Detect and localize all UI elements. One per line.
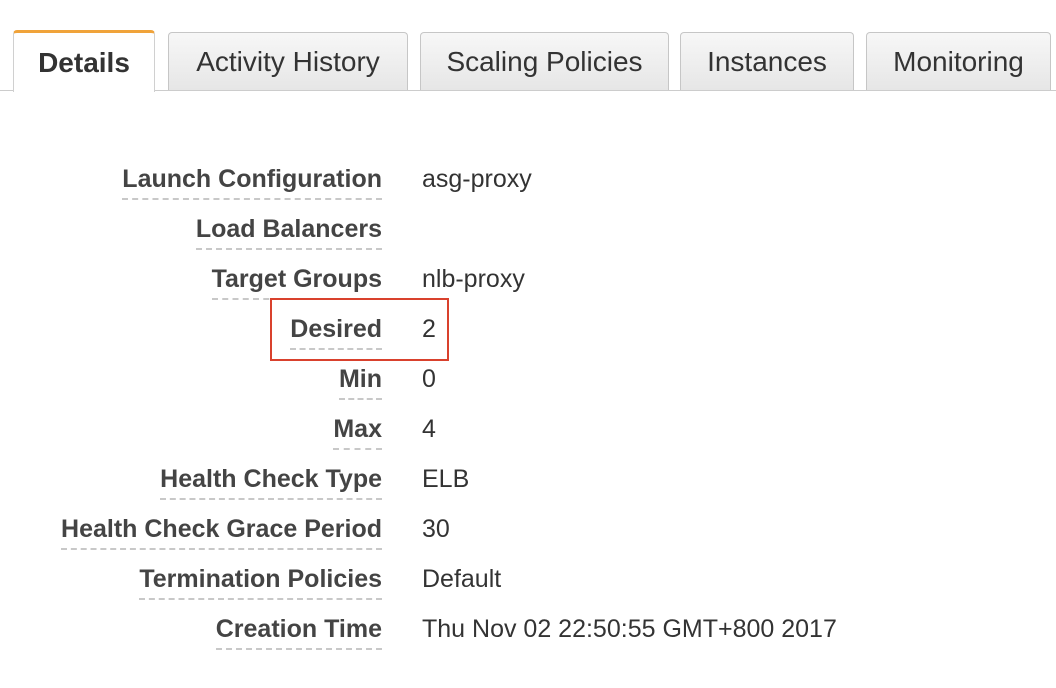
detail-label: Launch Configuration — [122, 164, 382, 200]
detail-label: Desired — [290, 314, 382, 350]
detail-label: Min — [338, 364, 382, 400]
tab-details[interactable]: Details — [13, 30, 155, 92]
detail-row-health-check-type: Health Check Type ELB — [0, 458, 1056, 508]
detail-value: Thu Nov 02 22:50:55 GMT+800 2017 — [422, 615, 837, 643]
detail-label: Termination Policies — [139, 564, 382, 600]
details-list: Launch Configuration asg-proxy Load Bala… — [0, 158, 1056, 658]
detail-value: 2 — [422, 315, 436, 343]
detail-row-min: Min 0 — [0, 358, 1056, 408]
detail-label: Health Check Type — [160, 464, 382, 500]
detail-row-target-groups: Target Groups nlb-proxy — [0, 258, 1056, 308]
tab-activity-history[interactable]: Activity History — [168, 32, 408, 90]
detail-value: asg-proxy — [422, 165, 532, 193]
detail-value: 30 — [422, 515, 450, 543]
tab-bar-divider — [0, 90, 1056, 91]
detail-row-desired: Desired 2 — [0, 308, 1056, 358]
detail-value: Default — [422, 565, 502, 593]
detail-row-launch-configuration: Launch Configuration asg-proxy — [0, 158, 1056, 208]
detail-label: Creation Time — [215, 614, 382, 650]
detail-label: Target Groups — [211, 264, 382, 300]
detail-row-termination-policies: Termination Policies Default — [0, 558, 1056, 608]
detail-value: nlb-proxy — [422, 265, 525, 293]
tab-bar: Details Activity History Scaling Policie… — [0, 0, 1056, 92]
detail-row-creation-time: Creation Time Thu Nov 02 22:50:55 GMT+80… — [0, 608, 1056, 658]
detail-label: Health Check Grace Period — [61, 514, 382, 550]
auto-scaling-group-panel: Details Activity History Scaling Policie… — [0, 0, 1056, 688]
tab-monitoring[interactable]: Monitoring — [866, 32, 1051, 90]
detail-label: Max — [333, 414, 382, 450]
detail-label: Load Balancers — [195, 214, 382, 250]
tab-scaling-policies[interactable]: Scaling Policies — [420, 32, 669, 90]
detail-value: 0 — [422, 365, 436, 393]
detail-row-max: Max 4 — [0, 408, 1056, 458]
tab-instances[interactable]: Instances — [680, 32, 854, 90]
detail-value: ELB — [422, 465, 470, 493]
detail-row-health-check-grace-period: Health Check Grace Period 30 — [0, 508, 1056, 558]
detail-value: 4 — [422, 415, 436, 443]
detail-row-load-balancers: Load Balancers — [0, 208, 1056, 258]
